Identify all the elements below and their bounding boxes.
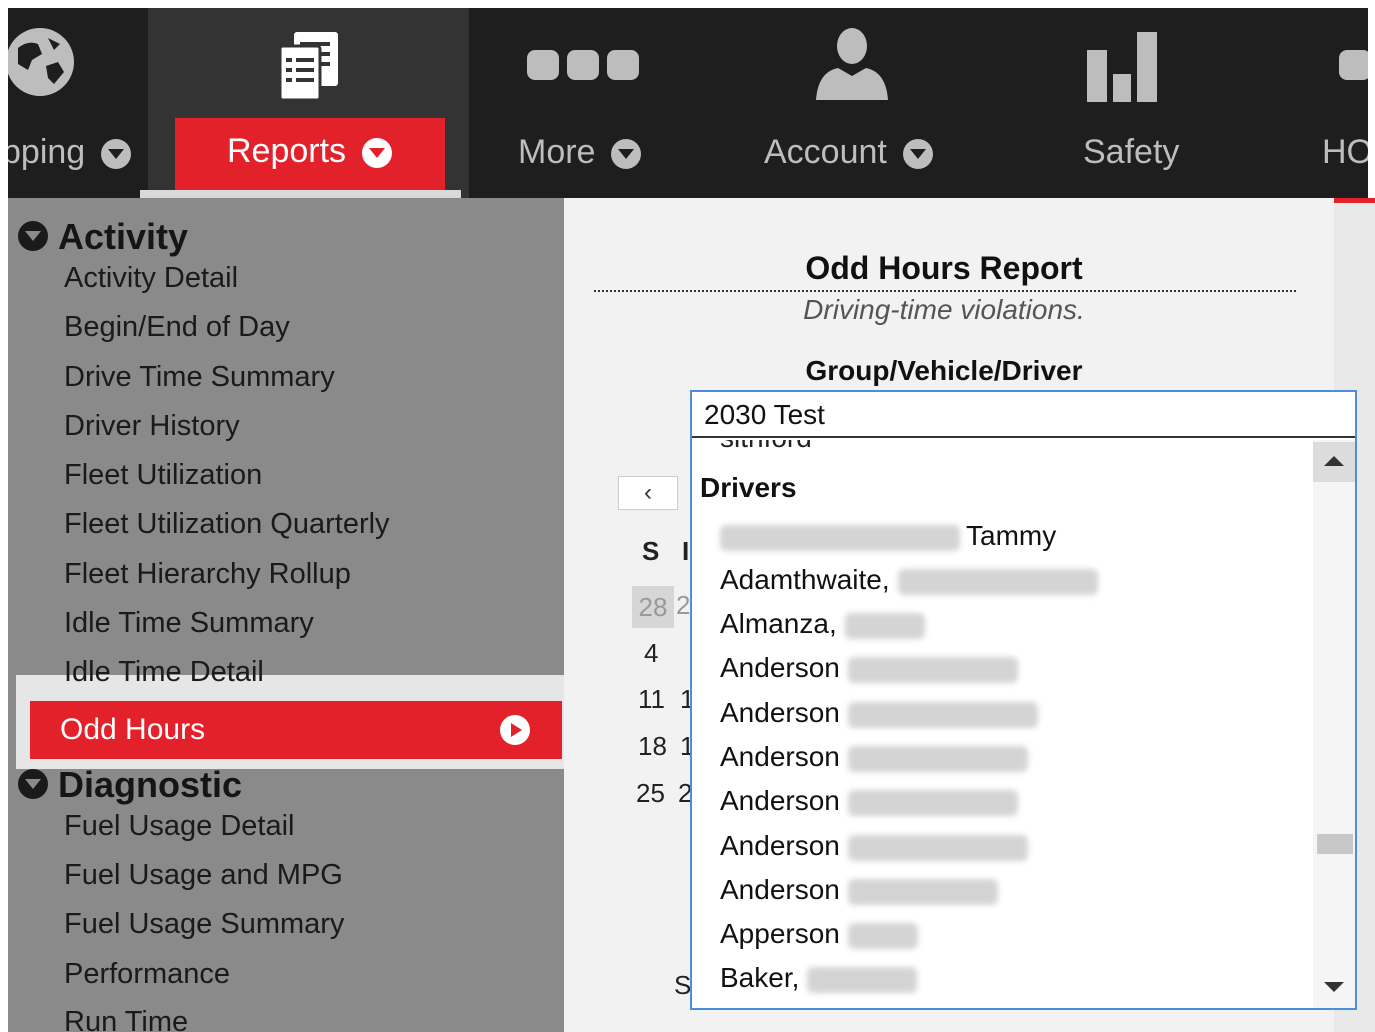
nav-reports-label: Reports <box>227 132 347 170</box>
chevron-down-icon <box>902 139 933 170</box>
list-item[interactable]: Tammy <box>720 520 1056 552</box>
sidebar-item-fuel-usage-detail[interactable]: Fuel Usage Detail <box>64 810 295 843</box>
hos-icon <box>1339 50 1368 80</box>
calendar-day[interactable]: 25 <box>636 778 665 809</box>
nav-reports-underline <box>140 190 461 198</box>
driver-select-input[interactable]: 2030 Test <box>692 392 1355 438</box>
sidebar-item-drive-time-summary[interactable]: Drive Time Summary <box>64 361 335 394</box>
nav-more-label: More <box>518 133 596 171</box>
calendar-day[interactable]: 18 <box>638 731 667 762</box>
group-vehicle-driver-label: Group/Vehicle/Driver <box>805 355 1083 386</box>
calendar-day-header: I <box>682 536 690 566</box>
sidebar-item-fuel-usage-summary[interactable]: Fuel Usage Summary <box>64 908 344 941</box>
list-item[interactable]: Anderson <box>720 785 1018 817</box>
globe-icon <box>8 28 74 96</box>
nav-account[interactable]: Account <box>709 8 999 198</box>
sidebar-item-fuel-usage-and-mpg[interactable]: Fuel Usage and MPG <box>64 859 343 892</box>
page-title: Odd Hours Report <box>805 250 1083 286</box>
sidebar-item-fleet-utilization[interactable]: Fleet Utilization <box>64 459 262 492</box>
chevron-down-icon <box>101 139 132 170</box>
user-icon <box>816 28 888 100</box>
page-subtitle: Driving-time violations. <box>803 294 1085 325</box>
title-divider <box>594 290 1296 292</box>
nav-mapping[interactable]: pping <box>8 8 148 198</box>
sidebar-item-idle-time-detail[interactable]: Idle Time Detail <box>64 656 264 689</box>
dropdown-scrollbar[interactable] <box>1313 440 1355 1008</box>
scroll-thumb[interactable] <box>1317 834 1353 854</box>
nav-safety[interactable]: Safety <box>999 8 1249 198</box>
driver-options-list[interactable]: sithford Drivers Tammy Adamthwaite, Alma… <box>692 440 1312 1008</box>
sidebar-item-fleet-utilization-quarterly[interactable]: Fleet Utilization Quarterly <box>64 508 390 541</box>
list-item[interactable]: sithford <box>720 440 812 454</box>
collapse-icon <box>18 221 48 252</box>
list-item[interactable]: Anderson <box>720 652 1018 684</box>
calendar-day[interactable]: 4 <box>644 638 658 669</box>
form-label-clipped: S <box>674 970 692 1000</box>
reports-button[interactable]: Reports <box>175 118 445 198</box>
chevron-down-icon <box>362 138 393 169</box>
calendar-prev-button[interactable]: ‹ <box>618 476 678 510</box>
nav-safety-label: Safety <box>1083 133 1180 171</box>
scroll-up-icon[interactable] <box>1313 442 1355 482</box>
top-navigation: pping Reports More Account Safety HO <box>8 8 1368 198</box>
accent-bar <box>1334 198 1375 203</box>
calendar-day[interactable]: 11 <box>638 684 665 715</box>
chevron-down-icon <box>611 139 642 170</box>
list-item[interactable]: Anderson <box>720 697 1038 729</box>
reports-icon <box>278 32 338 102</box>
option-group-drivers: Drivers <box>700 472 797 503</box>
sidebar-item-fleet-hierarchy-rollup[interactable]: Fleet Hierarchy Rollup <box>64 558 351 591</box>
list-item[interactable]: Almanza, <box>720 608 925 640</box>
section-activity-title: Activity <box>58 216 189 257</box>
section-diagnostic[interactable]: Diagnostic <box>18 764 242 806</box>
sidebar-item-driver-history[interactable]: Driver History <box>64 410 240 443</box>
play-icon <box>500 715 530 745</box>
list-item[interactable]: Adamthwaite, <box>720 564 1098 596</box>
nav-more[interactable]: More <box>469 8 709 198</box>
nav-hos-label: HO <box>1322 133 1368 171</box>
section-activity[interactable]: Activity <box>18 216 188 258</box>
reports-sidebar: Activity Activity Detail Begin/End of Da… <box>8 198 564 1032</box>
sidebar-item-performance[interactable]: Performance <box>64 958 230 991</box>
sidebar-item-activity-detail[interactable]: Activity Detail <box>64 262 238 295</box>
section-diagnostic-title: Diagnostic <box>58 764 243 805</box>
calendar-day[interactable]: 28 <box>632 586 674 628</box>
sidebar-item-idle-time-summary[interactable]: Idle Time Summary <box>64 607 314 640</box>
nav-account-label: Account <box>764 133 887 171</box>
calendar-day-header: S <box>642 536 660 566</box>
sidebar-item-begin-end-of-day[interactable]: Begin/End of Day <box>64 311 290 344</box>
sidebar-item-odd-hours-label: Odd Hours <box>60 713 206 746</box>
driver-select-dropdown[interactable]: 2030 Test sithford Drivers Tammy Adamthw… <box>690 390 1357 1010</box>
sidebar-item-run-time[interactable]: Run Time <box>64 1006 188 1032</box>
list-item[interactable]: Apperson <box>720 918 918 950</box>
collapse-icon <box>18 769 48 800</box>
nav-hos[interactable]: HO <box>1249 8 1368 198</box>
nav-reports[interactable]: Reports <box>148 8 469 198</box>
nav-mapping-label: pping <box>8 133 86 171</box>
list-item[interactable]: Baker, <box>720 962 918 994</box>
list-item[interactable]: Anderson <box>720 874 998 906</box>
calendar-day[interactable]: 2 <box>676 590 690 621</box>
list-item[interactable]: Anderson <box>720 830 1028 862</box>
list-item[interactable]: Anderson <box>720 741 1028 773</box>
sidebar-item-odd-hours[interactable]: Odd Hours <box>30 701 562 759</box>
scroll-down-icon[interactable] <box>1324 982 1344 992</box>
bar-chart-icon <box>1087 32 1157 102</box>
